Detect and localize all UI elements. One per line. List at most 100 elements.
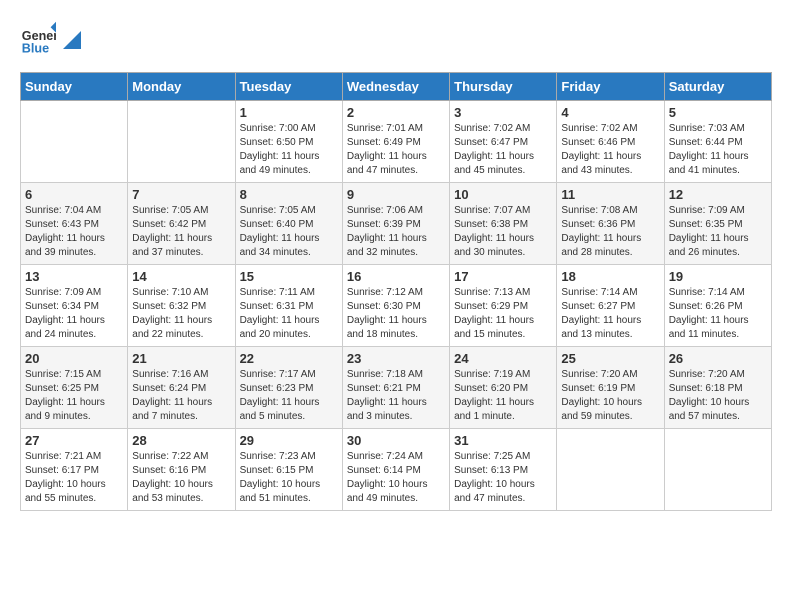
cell-data: Sunrise: 7:10 AM Sunset: 6:32 PM Dayligh… bbox=[132, 286, 230, 342]
day-number: 10 bbox=[454, 187, 552, 202]
calendar-cell: 2Sunrise: 7:01 AM Sunset: 6:49 PM Daylig… bbox=[342, 101, 449, 183]
day-number: 3 bbox=[454, 105, 552, 120]
day-number: 6 bbox=[25, 187, 123, 202]
cell-data: Sunrise: 7:05 AM Sunset: 6:40 PM Dayligh… bbox=[240, 204, 338, 260]
day-number: 4 bbox=[561, 105, 659, 120]
cell-data: Sunrise: 7:09 AM Sunset: 6:35 PM Dayligh… bbox=[669, 204, 767, 260]
day-number: 22 bbox=[240, 351, 338, 366]
cell-data: Sunrise: 7:03 AM Sunset: 6:44 PM Dayligh… bbox=[669, 122, 767, 178]
day-number: 19 bbox=[669, 269, 767, 284]
calendar-cell: 7 Sunrise: 7:05 AM Sunset: 6:42 PM Daylig… bbox=[128, 183, 235, 265]
cell-data: Sunrise: 7:20 AM Sunset: 6:19 PM Dayligh… bbox=[561, 368, 659, 424]
calendar-cell bbox=[21, 101, 128, 183]
calendar-cell: 30 Sunrise: 7:24 AM Sunset: 6:14 PM Dayli… bbox=[342, 429, 449, 511]
calendar-cell: 8 Sunrise: 7:05 AM Sunset: 6:40 PM Daylig… bbox=[235, 183, 342, 265]
day-number: 18 bbox=[561, 269, 659, 284]
day-number: 15 bbox=[240, 269, 338, 284]
day-header-monday: Monday bbox=[128, 73, 235, 101]
day-number: 1 bbox=[240, 105, 338, 120]
calendar-cell: 24 Sunrise: 7:19 AM Sunset: 6:20 PM Dayli… bbox=[450, 347, 557, 429]
calendar-cell: 12Sunrise: 7:09 AM Sunset: 6:35 PM Dayli… bbox=[664, 183, 771, 265]
calendar-cell: 13Sunrise: 7:09 AM Sunset: 6:34 PM Dayli… bbox=[21, 265, 128, 347]
calendar-cell: 29 Sunrise: 7:23 AM Sunset: 6:15 PM Dayli… bbox=[235, 429, 342, 511]
day-number: 7 bbox=[132, 187, 230, 202]
cell-data: Sunrise: 7:20 AM Sunset: 6:18 PM Dayligh… bbox=[669, 368, 767, 424]
calendar-cell: 16 Sunrise: 7:12 AM Sunset: 6:30 PM Dayli… bbox=[342, 265, 449, 347]
cell-data: Sunrise: 7:23 AM Sunset: 6:15 PM Dayligh… bbox=[240, 450, 338, 506]
day-header-friday: Friday bbox=[557, 73, 664, 101]
day-number: 21 bbox=[132, 351, 230, 366]
cell-data: Sunrise: 7:13 AM Sunset: 6:29 PM Dayligh… bbox=[454, 286, 552, 342]
cell-data: Sunrise: 7:15 AM Sunset: 6:25 PM Dayligh… bbox=[25, 368, 123, 424]
calendar-cell bbox=[664, 429, 771, 511]
cell-data: Sunrise: 7:18 AM Sunset: 6:21 PM Dayligh… bbox=[347, 368, 445, 424]
page-header: General Blue bbox=[20, 20, 772, 56]
cell-data: Sunrise: 7:09 AM Sunset: 6:34 PM Dayligh… bbox=[25, 286, 123, 342]
cell-data: Sunrise: 7:21 AM Sunset: 6:17 PM Dayligh… bbox=[25, 450, 123, 506]
day-number: 5 bbox=[669, 105, 767, 120]
day-number: 11 bbox=[561, 187, 659, 202]
day-number: 27 bbox=[25, 433, 123, 448]
calendar-cell: 31Sunrise: 7:25 AM Sunset: 6:13 PM Dayli… bbox=[450, 429, 557, 511]
calendar-cell: 26 Sunrise: 7:20 AM Sunset: 6:18 PM Dayli… bbox=[664, 347, 771, 429]
cell-data: Sunrise: 7:24 AM Sunset: 6:14 PM Dayligh… bbox=[347, 450, 445, 506]
cell-data: Sunrise: 7:19 AM Sunset: 6:20 PM Dayligh… bbox=[454, 368, 552, 424]
calendar-cell: 22Sunrise: 7:17 AM Sunset: 6:23 PM Dayli… bbox=[235, 347, 342, 429]
calendar-week-row: 6 Sunrise: 7:04 AM Sunset: 6:43 PM Daylig… bbox=[21, 183, 772, 265]
calendar-cell: 9 Sunrise: 7:06 AM Sunset: 6:39 PM Daylig… bbox=[342, 183, 449, 265]
day-number: 2 bbox=[347, 105, 445, 120]
cell-data: Sunrise: 7:04 AM Sunset: 6:43 PM Dayligh… bbox=[25, 204, 123, 260]
day-number: 30 bbox=[347, 433, 445, 448]
cell-data: Sunrise: 7:00 AM Sunset: 6:50 PM Dayligh… bbox=[240, 122, 338, 178]
calendar-week-row: 27 Sunrise: 7:21 AM Sunset: 6:17 PM Dayli… bbox=[21, 429, 772, 511]
cell-data: Sunrise: 7:06 AM Sunset: 6:39 PM Dayligh… bbox=[347, 204, 445, 260]
calendar-cell: 6 Sunrise: 7:04 AM Sunset: 6:43 PM Daylig… bbox=[21, 183, 128, 265]
calendar-cell: 18 Sunrise: 7:14 AM Sunset: 6:27 PM Dayli… bbox=[557, 265, 664, 347]
calendar-cell: 11 Sunrise: 7:08 AM Sunset: 6:36 PM Dayli… bbox=[557, 183, 664, 265]
day-number: 24 bbox=[454, 351, 552, 366]
cell-data: Sunrise: 7:16 AM Sunset: 6:24 PM Dayligh… bbox=[132, 368, 230, 424]
day-number: 14 bbox=[132, 269, 230, 284]
day-header-tuesday: Tuesday bbox=[235, 73, 342, 101]
calendar-cell bbox=[557, 429, 664, 511]
day-number: 16 bbox=[347, 269, 445, 284]
day-header-sunday: Sunday bbox=[21, 73, 128, 101]
calendar-week-row: 1 Sunrise: 7:00 AM Sunset: 6:50 PM Daylig… bbox=[21, 101, 772, 183]
day-number: 28 bbox=[132, 433, 230, 448]
cell-data: Sunrise: 7:05 AM Sunset: 6:42 PM Dayligh… bbox=[132, 204, 230, 260]
day-header-saturday: Saturday bbox=[664, 73, 771, 101]
calendar-cell: 5 Sunrise: 7:03 AM Sunset: 6:44 PM Daylig… bbox=[664, 101, 771, 183]
calendar-cell: 14 Sunrise: 7:10 AM Sunset: 6:32 PM Dayli… bbox=[128, 265, 235, 347]
day-number: 23 bbox=[347, 351, 445, 366]
logo-triangle-icon bbox=[63, 31, 81, 49]
day-number: 31 bbox=[454, 433, 552, 448]
calendar-table: SundayMondayTuesdayWednesdayThursdayFrid… bbox=[20, 72, 772, 511]
cell-data: Sunrise: 7:22 AM Sunset: 6:16 PM Dayligh… bbox=[132, 450, 230, 506]
day-number: 25 bbox=[561, 351, 659, 366]
calendar-week-row: 13Sunrise: 7:09 AM Sunset: 6:34 PM Dayli… bbox=[21, 265, 772, 347]
cell-data: Sunrise: 7:07 AM Sunset: 6:38 PM Dayligh… bbox=[454, 204, 552, 260]
day-number: 8 bbox=[240, 187, 338, 202]
cell-data: Sunrise: 7:14 AM Sunset: 6:26 PM Dayligh… bbox=[669, 286, 767, 342]
day-number: 9 bbox=[347, 187, 445, 202]
logo-icon: General Blue bbox=[20, 20, 56, 56]
day-number: 29 bbox=[240, 433, 338, 448]
calendar-cell bbox=[128, 101, 235, 183]
cell-data: Sunrise: 7:11 AM Sunset: 6:31 PM Dayligh… bbox=[240, 286, 338, 342]
calendar-cell: 28 Sunrise: 7:22 AM Sunset: 6:16 PM Dayli… bbox=[128, 429, 235, 511]
cell-data: Sunrise: 7:12 AM Sunset: 6:30 PM Dayligh… bbox=[347, 286, 445, 342]
day-number: 17 bbox=[454, 269, 552, 284]
calendar-week-row: 20Sunrise: 7:15 AM Sunset: 6:25 PM Dayli… bbox=[21, 347, 772, 429]
day-number: 26 bbox=[669, 351, 767, 366]
cell-data: Sunrise: 7:14 AM Sunset: 6:27 PM Dayligh… bbox=[561, 286, 659, 342]
calendar-cell: 17 Sunrise: 7:13 AM Sunset: 6:29 PM Dayli… bbox=[450, 265, 557, 347]
calendar-cell: 10 Sunrise: 7:07 AM Sunset: 6:38 PM Dayli… bbox=[450, 183, 557, 265]
cell-data: Sunrise: 7:08 AM Sunset: 6:36 PM Dayligh… bbox=[561, 204, 659, 260]
calendar-header-row: SundayMondayTuesdayWednesdayThursdayFrid… bbox=[21, 73, 772, 101]
calendar-cell: 4 Sunrise: 7:02 AM Sunset: 6:46 PM Daylig… bbox=[557, 101, 664, 183]
cell-data: Sunrise: 7:02 AM Sunset: 6:47 PM Dayligh… bbox=[454, 122, 552, 178]
logo: General Blue bbox=[20, 20, 82, 56]
cell-data: Sunrise: 7:02 AM Sunset: 6:46 PM Dayligh… bbox=[561, 122, 659, 178]
day-header-wednesday: Wednesday bbox=[342, 73, 449, 101]
calendar-cell: 1 Sunrise: 7:00 AM Sunset: 6:50 PM Daylig… bbox=[235, 101, 342, 183]
